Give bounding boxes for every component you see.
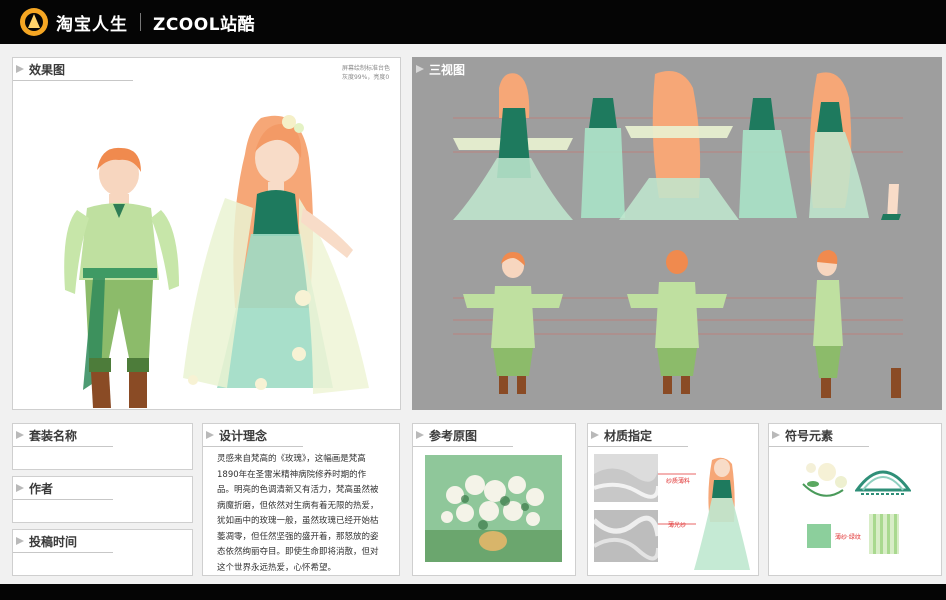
author-title: 作者 xyxy=(29,481,54,496)
boy-front-view xyxy=(463,252,563,394)
pattern-swatch-large xyxy=(869,514,899,554)
design-concept-text: 灵感来自梵高的《玫瑰》，这幅画是梵高1890年在圣雷米精神病院修养时期的作品。明… xyxy=(217,454,379,573)
reference-title: 参考原图 xyxy=(429,428,478,443)
material-swatch-1-image xyxy=(594,454,658,502)
zcool-brand-text: ZCOOL站酷 xyxy=(153,14,256,35)
author-panel: 作者 xyxy=(12,476,193,523)
girl-side-back-dress-view xyxy=(739,98,797,218)
submit-time-panel: 投稿时间 xyxy=(12,529,193,576)
taobao-life-brand-text: 淘宝人生 xyxy=(56,14,128,35)
material-swatch-2-image xyxy=(594,510,658,562)
suit-name-title: 套装名称 xyxy=(29,428,78,443)
top-bar: 淘宝人生 ZCOOL站酷 xyxy=(0,0,946,44)
reference-painting-image xyxy=(425,455,562,562)
suit-name-panel: 套装名称 xyxy=(12,423,193,470)
symbol-panel: 符号元素 薄纱·绿纹 xyxy=(768,423,942,576)
three-view-illustration xyxy=(453,71,903,398)
boy-character-illustration xyxy=(64,147,179,408)
design-concept-panel: 设计理念 灵感来自梵高的《玫瑰》，这幅画是梵高1890年在圣雷米精神病院修养时期… xyxy=(202,423,400,576)
tab-marker-icon xyxy=(416,431,424,439)
taobao-life-logo-icon xyxy=(20,8,48,36)
reference-tab: 参考原图 xyxy=(413,424,477,446)
pattern-swatch-small xyxy=(807,524,831,548)
design-concept-tab: 设计理念 xyxy=(203,424,267,446)
symbol-title: 符号元素 xyxy=(785,428,834,443)
material-panel: 材质指定 纱质薄料 薄光纱 xyxy=(587,423,759,576)
submit-time-tab: 投稿时间 xyxy=(13,530,77,552)
effect-panel: 效果图 屏幕绘制标准台色 灰度99%，亮度0 xyxy=(12,57,401,410)
material-title: 材质指定 xyxy=(604,428,653,443)
tab-marker-icon xyxy=(591,431,599,439)
symbol-tab: 符号元素 xyxy=(769,424,833,446)
author-tab: 作者 xyxy=(13,477,53,499)
brand-divider xyxy=(140,13,141,31)
submit-time-title: 投稿时间 xyxy=(29,534,78,549)
girl-character-illustration xyxy=(183,115,369,394)
material-label-2: 薄光纱 xyxy=(668,522,687,529)
three-view-panel: 三视图 xyxy=(412,57,942,410)
reference-panel: 参考原图 xyxy=(412,423,576,576)
pattern-label: 薄纱·绿纹 xyxy=(835,534,861,541)
material-girl-figure xyxy=(694,457,750,570)
effect-illustration xyxy=(64,115,369,408)
brand-logos: 淘宝人生 ZCOOL站酷 xyxy=(18,6,255,38)
suit-name-tab: 套装名称 xyxy=(13,424,77,446)
bottom-bar xyxy=(0,584,946,600)
material-tab: 材质指定 xyxy=(588,424,652,446)
tab-marker-icon xyxy=(16,537,24,545)
girl-side-view xyxy=(809,72,869,218)
girl-back-view xyxy=(619,71,739,220)
tab-marker-icon xyxy=(16,484,24,492)
girl-front-view xyxy=(453,73,573,220)
tab-marker-icon xyxy=(16,431,24,439)
design-concept-title: 设计理念 xyxy=(219,428,268,443)
material-label-1: 纱质薄料 xyxy=(666,478,691,485)
tab-marker-icon xyxy=(206,431,214,439)
boy-back-view xyxy=(627,250,727,394)
girl-side-dress-view xyxy=(581,98,625,218)
rose-symbol-illustration xyxy=(802,463,847,497)
lace-symbol-illustration xyxy=(855,470,911,495)
tab-marker-icon xyxy=(772,431,780,439)
